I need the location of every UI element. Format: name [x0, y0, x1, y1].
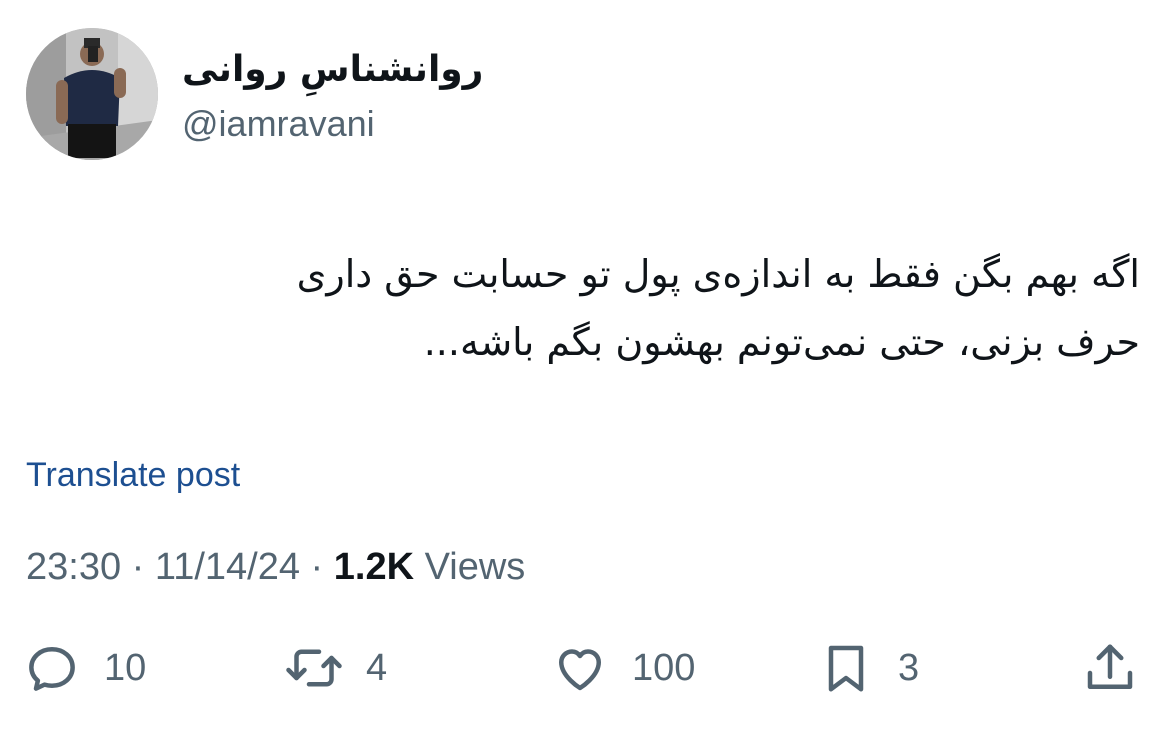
- post-date[interactable]: 11/14/24: [155, 546, 300, 588]
- display-name[interactable]: روانشناسِ روانی: [182, 48, 483, 92]
- tweet-meta: 23:30 · 11/14/24 · 1.2K Views: [26, 544, 525, 590]
- avatar[interactable]: [26, 28, 158, 160]
- post-time[interactable]: 23:30: [26, 546, 121, 588]
- reply-count: 10: [104, 647, 147, 689]
- handle[interactable]: @iamravani: [182, 102, 375, 146]
- retweet-count: 4: [366, 647, 388, 689]
- bookmark-button[interactable]: 3: [816, 640, 919, 696]
- bookmark-icon: [828, 645, 864, 692]
- retweet-icon: [286, 649, 342, 687]
- tweet-text: اگه بهم بگن فقط به اندازه‌ی پول تو حسابت…: [100, 240, 1140, 376]
- tweet-line: حرف بزنی، حتی نمی‌تونم بهشون بگم باشه...: [423, 320, 1140, 364]
- retweet-button[interactable]: 4: [284, 640, 387, 696]
- bookmark-count: 3: [898, 647, 920, 689]
- share-icon: [1087, 644, 1133, 689]
- heart-icon: [559, 649, 601, 691]
- avatar-photo: [26, 28, 158, 160]
- like-count: 100: [632, 647, 696, 689]
- views-label: Views: [424, 546, 526, 588]
- share-button[interactable]: [1080, 640, 1140, 696]
- reply-button[interactable]: 10: [22, 640, 146, 696]
- translate-post-link[interactable]: Translate post: [26, 454, 240, 496]
- like-button[interactable]: 100: [550, 640, 695, 696]
- meta-separator: ·: [131, 546, 145, 588]
- reply-icon: [29, 647, 75, 691]
- meta-separator: ·: [310, 546, 324, 588]
- tweet-line: اگه بهم بگن فقط به اندازه‌ی پول تو حسابت…: [296, 252, 1140, 296]
- views-count: 1.2K: [333, 546, 415, 588]
